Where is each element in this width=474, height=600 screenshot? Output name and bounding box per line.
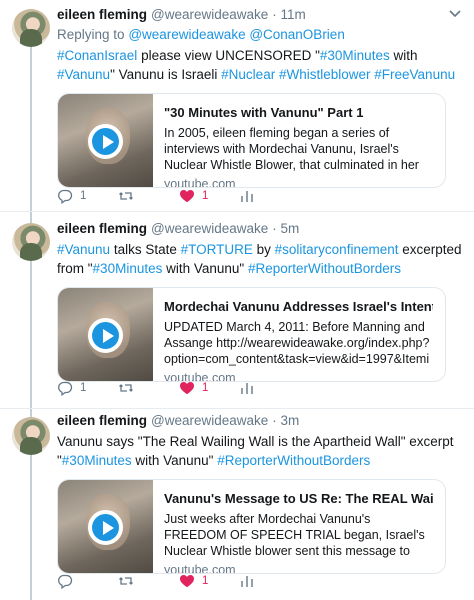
tweet-actions: 1 <box>57 571 301 591</box>
tweet-header: eileen fleming @wearewideawake · 3m <box>57 412 462 430</box>
analytics-button[interactable] <box>239 573 301 589</box>
like-count: 1 <box>202 190 209 202</box>
tweet-text-segment: " Vanunu is Israeli <box>110 67 222 82</box>
reply-count: 1 <box>80 190 87 202</box>
tweet-text-segment: with <box>389 48 418 63</box>
tweet-text-segment: with Vanunu" <box>131 453 218 468</box>
tweet-actions: 1 1 <box>57 378 301 398</box>
hashtag-link[interactable]: #ConanIsrael <box>57 48 137 63</box>
retweet-button[interactable] <box>118 188 179 204</box>
tweet-text-segment: with Vanunu" <box>162 261 248 276</box>
replying-to-label: Replying to <box>57 27 125 42</box>
reply-button[interactable]: 1 <box>57 188 118 204</box>
like-button[interactable]: 1 <box>179 188 239 204</box>
tweet-text-segment: talks State <box>110 242 181 257</box>
heart-icon <box>180 382 194 395</box>
tweet[interactable]: eileen fleming @wearewideawake · 3m Vanu… <box>0 409 474 600</box>
like-count: 1 <box>202 575 209 587</box>
author-handle[interactable]: @wearewideawake <box>151 6 268 24</box>
reply-icon <box>58 574 73 589</box>
author-name[interactable]: eileen fleming <box>57 6 147 24</box>
card-description: UPDATED March 4, 2011: Before Manning an… <box>164 320 430 366</box>
hashtag-link[interactable]: #30Minutes <box>62 453 132 468</box>
hashtag-link[interactable]: #30Minutes <box>320 48 390 63</box>
retweet-icon <box>119 192 133 200</box>
card-description: Just weeks after Mordechai Vanunu's FREE… <box>164 512 425 558</box>
video-thumbnail[interactable] <box>58 480 153 573</box>
retweet-icon <box>119 577 133 585</box>
play-icon[interactable] <box>88 510 123 545</box>
tweet-actions: 1 1 <box>57 186 301 206</box>
hashtag-link[interactable]: #Nuclear <box>221 67 275 82</box>
reply-icon <box>58 189 73 204</box>
video-thumbnail[interactable] <box>58 94 153 187</box>
tweet-timestamp[interactable]: · 5m <box>272 220 299 238</box>
hashtag-link[interactable]: #ReporterWithoutBorders <box>217 453 370 468</box>
analytics-icon <box>241 191 253 202</box>
retweet-button[interactable] <box>118 573 179 589</box>
like-count: 1 <box>202 382 209 394</box>
card-title: Vanunu's Message to US Re: The REAL Wail… <box>164 491 433 506</box>
avatar[interactable] <box>12 417 50 455</box>
tweet-header: eileen fleming @wearewideawake · 5m <box>57 220 462 238</box>
hashtag-link[interactable]: #Whistleblower <box>279 67 371 82</box>
analytics-button[interactable] <box>239 380 301 396</box>
analytics-icon <box>241 383 253 394</box>
author-name[interactable]: eileen fleming <box>57 220 147 238</box>
tweet-header: eileen fleming @wearewideawake · 11m <box>57 6 462 24</box>
video-thumbnail[interactable] <box>58 288 153 381</box>
tweet-timestamp[interactable]: · 3m <box>272 412 299 430</box>
heart-icon <box>180 575 194 588</box>
reply-button[interactable]: 1 <box>57 380 118 396</box>
play-icon[interactable] <box>88 124 123 159</box>
card-description: In 2005, eileen fleming began a series o… <box>164 126 419 172</box>
author-name[interactable]: eileen fleming <box>57 412 147 430</box>
hashtag-link[interactable]: #TORTURE <box>181 242 253 257</box>
hashtag-link[interactable]: #30Minutes <box>93 261 163 276</box>
like-button[interactable]: 1 <box>179 573 239 589</box>
chevron-down-icon[interactable] <box>448 8 462 20</box>
replying-to-handles[interactable]: @wearewideawake @ConanOBrien <box>128 27 345 42</box>
tweet[interactable]: eileen fleming @wearewideawake · 11m Rep… <box>0 0 474 212</box>
avatar[interactable] <box>12 223 50 261</box>
tweet[interactable]: eileen fleming @wearewideawake · 5m #Van… <box>0 212 474 409</box>
tweet-text-segment: by <box>252 242 275 257</box>
hashtag-link[interactable]: #FreeVanunu <box>374 67 455 82</box>
author-handle[interactable]: @wearewideawake <box>151 220 268 238</box>
analytics-icon <box>241 576 253 587</box>
play-icon[interactable] <box>88 318 123 353</box>
like-button[interactable]: 1 <box>179 380 239 396</box>
avatar[interactable] <box>12 9 50 47</box>
tweet-text: Vanunu says "The Real Wailing Wall is th… <box>57 432 462 470</box>
hashtag-link[interactable]: #ReporterWithoutBorders <box>248 261 401 276</box>
card-title: Mordechai Vanunu Addresses Israel's Inte… <box>164 299 433 314</box>
link-card[interactable]: Mordechai Vanunu Addresses Israel's Inte… <box>57 287 446 382</box>
reply-icon <box>58 381 73 396</box>
tweet-timestamp[interactable]: · 11m <box>272 6 306 24</box>
tweet-text-segment: please view UNCENSORED " <box>137 48 320 63</box>
hashtag-link[interactable]: #Vanunu <box>57 67 110 82</box>
link-card[interactable]: Vanunu's Message to US Re: The REAL Wail… <box>57 479 446 574</box>
retweet-button[interactable] <box>118 380 179 396</box>
tweet-text: #Vanunu talks State #TORTURE by #solitar… <box>57 240 462 278</box>
hashtag-link[interactable]: #solitaryconfinement <box>275 242 399 257</box>
analytics-button[interactable] <box>239 188 301 204</box>
reply-button[interactable] <box>57 573 118 589</box>
link-card[interactable]: "30 Minutes with Vanunu" Part 1 In 2005,… <box>57 93 446 188</box>
retweet-icon <box>119 384 133 392</box>
replying-to: Replying to @wearewideawake @ConanOBrien <box>57 26 462 44</box>
hashtag-link[interactable]: #Vanunu <box>57 242 110 257</box>
heart-icon <box>180 190 194 203</box>
tweet-text: #ConanIsrael please view UNCENSORED "#30… <box>57 46 462 84</box>
card-title: "30 Minutes with Vanunu" Part 1 <box>164 105 364 120</box>
author-handle[interactable]: @wearewideawake <box>151 412 268 430</box>
reply-count: 1 <box>80 382 87 394</box>
